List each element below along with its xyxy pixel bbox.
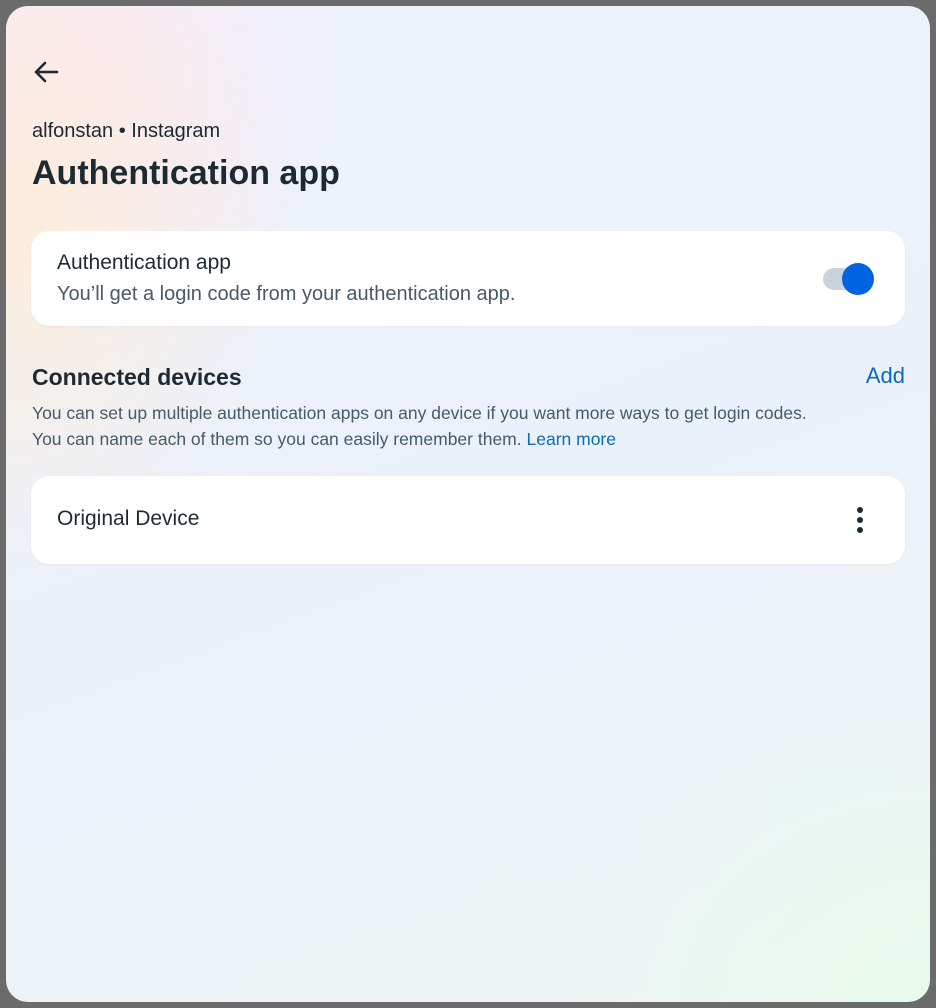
description-line-2: You can name each of them so you can eas…	[32, 426, 912, 452]
connected-devices-description: You can set up multiple authentication a…	[32, 400, 912, 452]
description-line-1: You can set up multiple authentication a…	[32, 403, 807, 423]
connected-devices-heading: Connected devices	[32, 364, 242, 390]
more-vertical-icon[interactable]	[845, 502, 875, 538]
add-device-link[interactable]: Add	[866, 363, 905, 389]
authentication-app-card: Authentication app You’ll get a login co…	[31, 231, 905, 326]
learn-more-link[interactable]: Learn more	[527, 429, 617, 449]
description-line-2-text: You can name each of them so you can eas…	[32, 429, 522, 449]
authentication-app-description: You’ll get a login code from your authen…	[57, 283, 516, 305]
breadcrumb: alfonstan • Instagram	[32, 120, 221, 142]
authentication-app-dialog: alfonstan • Instagram Authentication app…	[6, 6, 930, 1002]
page-title: Authentication app	[32, 154, 340, 192]
authentication-app-label: Authentication app	[57, 251, 231, 274]
back-button[interactable]	[30, 56, 62, 88]
device-name: Original Device	[57, 507, 200, 530]
arrow-left-icon	[34, 61, 59, 83]
authentication-app-toggle[interactable]	[823, 262, 875, 296]
menu-dot	[857, 527, 863, 533]
menu-dot	[857, 517, 863, 523]
toggle-knob	[842, 263, 874, 295]
menu-dot	[857, 507, 863, 513]
device-row[interactable]: Original Device	[31, 476, 905, 564]
